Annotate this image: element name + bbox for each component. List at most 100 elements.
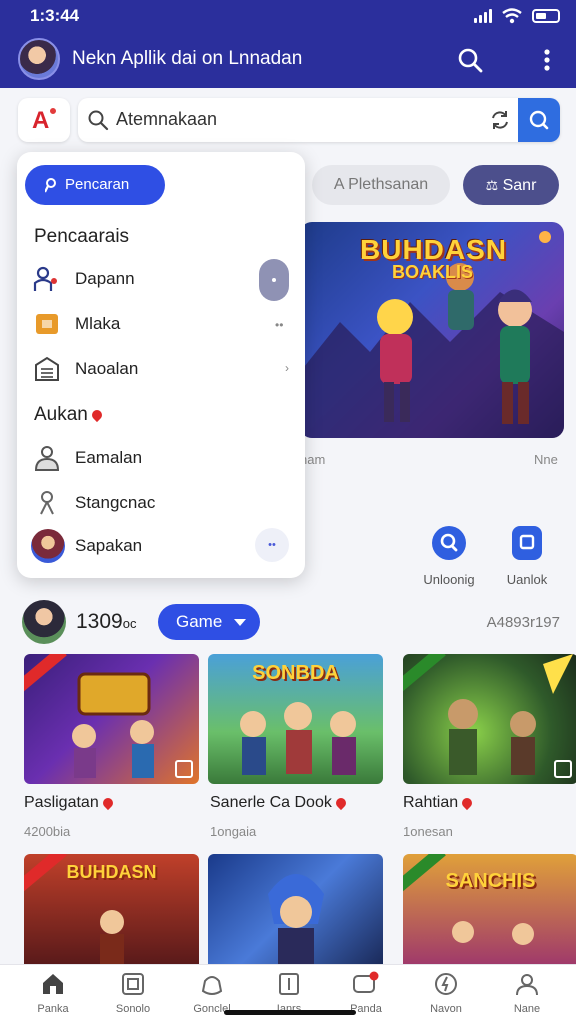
banner-subtitle: BOAKLIS	[392, 262, 473, 282]
game-title[interactable]: Rahtian	[403, 794, 475, 812]
wifi-icon	[502, 8, 522, 24]
panel-item-naoalan[interactable]: Naoalan ›	[33, 349, 289, 389]
panel-section-title-text: Aukan	[34, 404, 88, 425]
search-icon	[432, 526, 466, 560]
search-input-value: Atemnakaan	[116, 109, 218, 129]
share-icon: ⚖	[485, 177, 499, 193]
search-button-label: Pencaran	[65, 176, 130, 193]
nav-item-chat[interactable]: Panda	[330, 971, 402, 1015]
game-tile[interactable]: SONBDA	[208, 654, 383, 784]
search-icon[interactable]	[456, 46, 484, 74]
app-logo-button[interactable]: A	[18, 98, 70, 142]
section-count-suffix: oc	[122, 616, 137, 631]
folder-icon	[36, 314, 58, 334]
app-title: Nekn Apllik dai on Lnnadan	[72, 48, 303, 69]
featured-banner[interactable]: BUHDASN BOAKLIS	[300, 222, 564, 438]
store-icon	[122, 973, 144, 995]
game-title[interactable]: Pasligatan	[24, 794, 115, 812]
nav-label: Panka	[37, 1003, 69, 1015]
search-input[interactable]: Atemnakaan	[78, 98, 560, 142]
sync-icon[interactable]	[488, 108, 512, 132]
game-artwork	[72, 672, 154, 778]
expand-icon[interactable]	[554, 760, 572, 778]
panel-item-eamalan[interactable]: Eamalan	[33, 438, 289, 478]
nav-item-controller[interactable]: Gonclel	[176, 971, 248, 1015]
game-tile[interactable]	[403, 654, 576, 784]
battery-icon	[532, 9, 560, 23]
quick-action-label: Uanlok	[506, 572, 548, 587]
home-indicator[interactable]	[224, 1010, 356, 1015]
share-chip-label: Sanr	[502, 177, 537, 194]
nav-item-profile[interactable]: Nane	[491, 971, 563, 1015]
section-count: 1309oc	[76, 610, 136, 634]
search-icon	[88, 110, 109, 131]
search-icon	[529, 110, 549, 130]
banner-more-link[interactable]: Nne	[534, 452, 558, 467]
nav-label: Navon	[430, 1003, 462, 1015]
panel-item-sapakan[interactable]: Sapakan ••	[31, 526, 289, 566]
game-title-text: Sanerle Ca Dook	[210, 794, 332, 811]
people-icon	[33, 266, 57, 291]
logo-icon: A	[32, 107, 50, 134]
game-subtitle: 4200bia	[24, 824, 71, 839]
chevron-right-icon[interactable]: ›	[285, 361, 289, 375]
hot-icon	[333, 795, 348, 810]
more-vert-icon[interactable]	[536, 46, 558, 74]
search-icon	[45, 178, 56, 193]
chevron-down-icon	[234, 619, 246, 626]
panel-item-label: Stangcnac	[75, 493, 156, 512]
hot-icon	[89, 407, 104, 423]
game-title[interactable]: Sanerle Ca Dook	[210, 794, 348, 812]
game-tile[interactable]	[24, 654, 199, 784]
bottom-nav: Panka Sonolo Gonclel Ianrs Panda Navon N…	[0, 964, 576, 1024]
game-tile-title: SONBDA	[252, 662, 339, 684]
nav-item-store[interactable]: Sonolo	[97, 971, 169, 1015]
game-artwork	[268, 874, 324, 964]
nav-item-book[interactable]: Ianrs	[253, 971, 325, 1015]
quick-action-search[interactable]: Unloonig	[409, 526, 489, 587]
search-button[interactable]: Pencaran	[25, 165, 165, 205]
section-count-value: 1309	[76, 610, 123, 633]
game-tile[interactable]: BUHDASN	[24, 854, 199, 964]
more-horiz-icon[interactable]: ••	[255, 528, 289, 562]
game-artwork	[100, 910, 124, 964]
game-tile[interactable]: SANCHIS	[403, 854, 576, 964]
panel-item-dapann[interactable]: Dapann	[33, 259, 289, 301]
section-avatar[interactable]	[22, 600, 66, 644]
controller-icon	[201, 976, 223, 995]
toggle-icon[interactable]	[259, 259, 289, 301]
quick-action-badge[interactable]: Uanlok	[487, 526, 567, 587]
chat-icon	[353, 971, 379, 993]
panel-item-mlaka[interactable]: Mlaka ••	[33, 304, 289, 344]
panel-item-label: Sapakan	[75, 536, 143, 555]
notification-dot	[48, 106, 58, 116]
search-submit-button[interactable]	[518, 98, 560, 142]
game-title-text: Rahtian	[403, 794, 459, 811]
quick-action-label: Unloonig	[423, 572, 475, 587]
signal-icon	[474, 9, 492, 23]
section-header: 1309oc Game A4893r197	[22, 600, 562, 644]
expand-icon[interactable]	[175, 760, 193, 778]
panel-item-stangcnac[interactable]: Stangcnac	[33, 483, 289, 523]
category-dropdown-label: Game	[176, 612, 223, 631]
game-tile[interactable]	[208, 854, 383, 964]
more-horiz-icon[interactable]: ••	[275, 318, 289, 332]
status-time: 1:3:44	[30, 6, 80, 25]
nav-label: Nane	[513, 1003, 541, 1015]
share-chip[interactable]: ⚖ Sanr	[463, 165, 559, 205]
hot-icon	[460, 795, 475, 810]
nav-label: Sonolo	[115, 1003, 151, 1015]
nav-item-home[interactable]: Panka	[17, 971, 89, 1015]
section-meta: A4893r197	[486, 614, 560, 631]
panel-section-title: Pencaarais	[34, 226, 130, 247]
filter-chip[interactable]: A Plethsanan	[312, 165, 450, 205]
group-icon	[34, 446, 60, 471]
nav-item-power[interactable]: Navon	[410, 971, 482, 1015]
profile-avatar[interactable]	[18, 38, 60, 80]
building-icon	[35, 356, 59, 381]
search-row: A Atemnakaan	[18, 98, 560, 142]
profile-icon	[516, 974, 538, 996]
panel-item-label: Eamalan	[75, 448, 143, 467]
category-dropdown[interactable]: Game	[158, 604, 260, 640]
game-title-text: Pasligatan	[24, 794, 99, 811]
